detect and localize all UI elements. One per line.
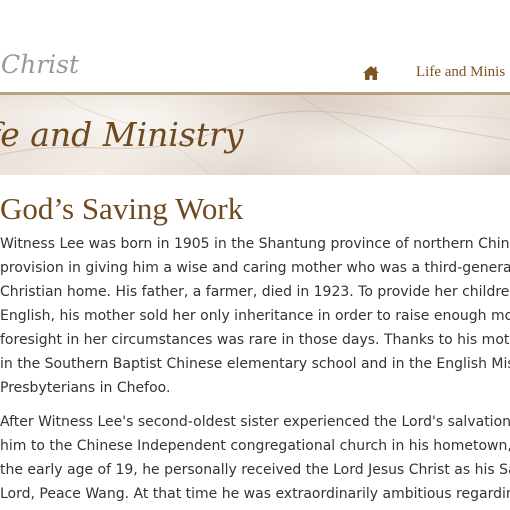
paragraph-line: foresight in her circumstances was rare … [0,332,510,348]
paragraph-line: the early age of 19, he personally recei… [0,462,510,478]
paragraph-line: Presbyterians in Chefoo. [0,380,171,396]
paragraph-line: After Witness Lee's second-oldest sister… [0,414,510,430]
top-bar [0,0,510,20]
article-paragraph: Witness Lee was born in 1905 in the Shan… [0,232,510,400]
section-heading: God’s Saving Work [0,191,244,226]
paragraph-line: provision in giving him a wise and carin… [0,260,510,276]
nav-item-life-and-ministry[interactable]: Life and Minis [416,64,505,81]
home-icon[interactable] [362,65,380,81]
page-banner: fe and Ministry [0,95,510,175]
paragraph-line: him to the Chinese Independent congregat… [0,438,510,454]
paragraph-line: English, his mother sold her only inheri… [0,308,510,324]
site-header: Christ Life and Minis [0,40,510,92]
paragraph-line: Lord, Peace Wang. At that time he was ex… [0,486,510,502]
paragraph-line: Witness Lee was born in 1905 in the Shan… [0,236,510,252]
article-paragraph: After Witness Lee's second-oldest sister… [0,410,510,506]
paragraph-line: Christian home. His father, a farmer, di… [0,284,510,300]
paragraph-line: in the Southern Baptist Chinese elementa… [0,356,510,372]
site-title[interactable]: Christ [1,50,79,79]
page-title: fe and Ministry [0,115,244,154]
